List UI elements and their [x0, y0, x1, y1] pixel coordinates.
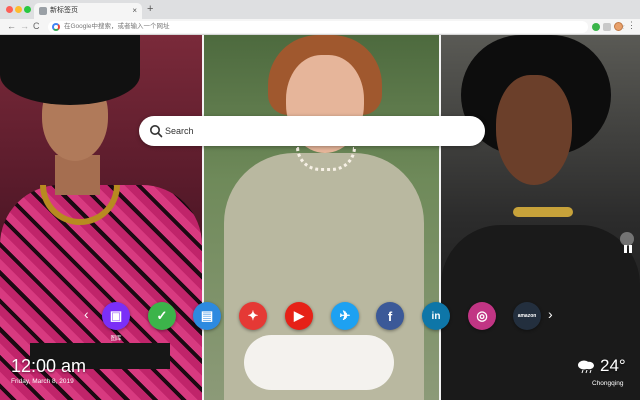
address-bar[interactable]: 在Google中搜索，或者输入一个网址 ☆: [48, 21, 625, 33]
active-tab[interactable]: 新标签页 ×: [34, 3, 142, 19]
weather-city: Chongqing: [592, 380, 624, 387]
cloud-rain-icon: [578, 360, 594, 374]
shortcut-news[interactable]: ▤: [193, 302, 221, 330]
shortcuts-next-icon[interactable]: ›: [548, 306, 553, 322]
search-bar[interactable]: [139, 116, 485, 146]
reload-icon[interactable]: C: [33, 21, 40, 32]
tab-close-icon[interactable]: ×: [132, 6, 137, 15]
shortcut-twitter[interactable]: ✈: [331, 302, 359, 330]
facebook-icon: f: [387, 308, 393, 324]
shortcut-linkedin[interactable]: in: [422, 302, 450, 330]
clock-time: 12:00 am: [11, 356, 87, 376]
gamepad-icon: ✦: [247, 308, 259, 323]
shortcuts-prev-icon[interactable]: ‹: [84, 306, 89, 322]
window-close-button[interactable]: [6, 6, 13, 13]
twitter-icon: ✈: [339, 308, 351, 323]
panel-divider: [439, 35, 441, 400]
wallpaper-panel-right: [441, 35, 640, 400]
figure-choker: [513, 207, 573, 217]
panel-divider: [202, 35, 204, 400]
shortcut-gallery[interactable]: ▣: [102, 302, 130, 330]
figure-hat: [0, 35, 140, 105]
google-icon: [52, 23, 60, 31]
apps-grid-icon[interactable]: [624, 245, 632, 253]
pin-icon[interactable]: [620, 232, 634, 246]
news-icon: ▤: [200, 308, 214, 323]
shortcut-amazon[interactable]: amazon: [513, 302, 541, 330]
new-tab-button[interactable]: +: [147, 3, 153, 15]
youtube-icon: ▶: [294, 308, 304, 323]
figure-face: [496, 75, 572, 185]
shortcut-youtube[interactable]: ▶: [285, 302, 313, 330]
extension-icon[interactable]: [592, 23, 600, 31]
wallpaper-panel-center: [204, 35, 439, 400]
back-arrow-icon[interactable]: ←: [7, 21, 16, 32]
address-bar-placeholder: 在Google中搜索，或者输入一个网址: [64, 23, 170, 30]
profile-avatar-icon[interactable]: [614, 22, 623, 31]
search-input[interactable]: [165, 123, 465, 139]
gallery-icon: ▣: [109, 308, 123, 323]
wallpaper-panel-left: [0, 35, 202, 400]
figure-gloves: [244, 335, 394, 390]
tab-favicon-icon: [39, 7, 47, 15]
shortcut-gamepad[interactable]: ✦: [239, 302, 267, 330]
tab-title: 新标签页: [50, 7, 78, 14]
clock-date: Friday, March 8, 2019: [11, 378, 74, 385]
window-maximize-button[interactable]: [24, 6, 31, 13]
browser-menu-icon[interactable]: ⋮: [627, 20, 636, 31]
shortcut-check[interactable]: ✓: [148, 302, 176, 330]
amazon-icon: amazon: [517, 313, 537, 319]
browser-toolbar: ← → C 在Google中搜索，或者输入一个网址 ☆ ⋮: [0, 19, 640, 35]
shortcut-facebook[interactable]: f: [376, 302, 404, 330]
forward-arrow-icon[interactable]: →: [20, 21, 29, 32]
weather-temperature: 24°: [600, 356, 626, 375]
shortcut-label-gallery: 图库: [110, 336, 122, 342]
search-icon[interactable]: [149, 124, 163, 138]
window-minimize-button[interactable]: [15, 6, 22, 13]
check-icon: ✓: [156, 308, 168, 323]
instagram-icon: ◎: [476, 308, 488, 323]
extension-puzzle-icon[interactable]: [603, 23, 611, 31]
shortcut-instagram[interactable]: ◎: [468, 302, 496, 330]
tab-strip: 新标签页 × +: [0, 0, 640, 19]
linkedin-icon: in: [431, 310, 441, 322]
